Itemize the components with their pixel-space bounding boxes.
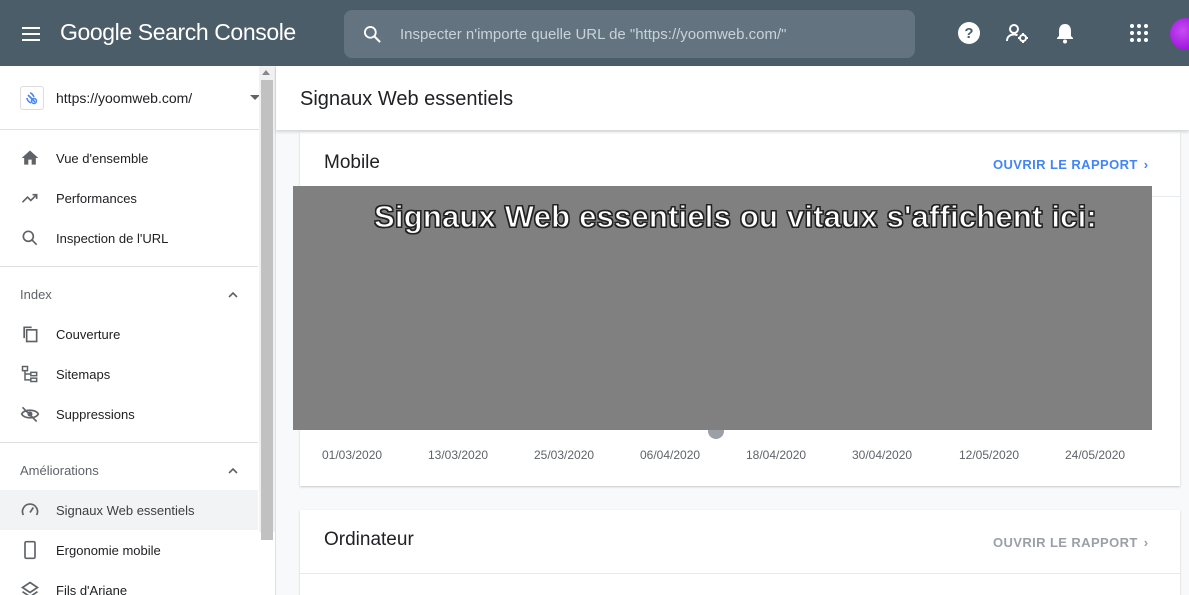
help-icon[interactable]: ?: [957, 21, 981, 45]
property-url: https://yoomweb.com/: [56, 90, 193, 106]
copy-icon: [23, 326, 38, 343]
manage-accounts-icon[interactable]: [1005, 21, 1029, 45]
sidebar-item-performance[interactable]: Performances: [0, 178, 258, 218]
sidebar-item-label: Signaux Web essentiels: [56, 503, 195, 518]
x-tick-label: 24/05/2020: [1065, 448, 1126, 462]
scroll-up-arrow-icon[interactable]: [262, 70, 270, 75]
card-title: Ordinateur: [324, 529, 414, 550]
sidebar-item-label: Inspection de l'URL: [56, 231, 169, 246]
section-title: Index: [20, 287, 52, 302]
chevron-right-icon: ›: [1143, 157, 1149, 172]
speed-icon: [21, 503, 39, 516]
card-title: Mobile: [324, 152, 380, 173]
x-tick-label: 06/04/2020: [640, 448, 701, 462]
page-header: Signaux Web essentiels: [276, 66, 1189, 130]
x-tick-label: 13/03/2020: [428, 448, 489, 462]
sidebar-item-sitemaps[interactable]: Sitemaps: [0, 354, 258, 394]
sidebar-item-breadcrumbs[interactable]: Fils d'Ariane: [0, 570, 258, 595]
page-title: Signaux Web essentiels: [300, 88, 514, 110]
svg-text:?: ?: [964, 25, 973, 42]
section-enhancements[interactable]: Améliorations: [0, 446, 258, 494]
trending-up-icon: [21, 193, 38, 203]
desktop-card: Ordinateur OUVRIR LE RAPPORT ›: [300, 510, 1180, 595]
app-title[interactable]: Google Search Console: [60, 19, 296, 46]
open-report-label: OUVRIR LE RAPPORT: [993, 535, 1138, 550]
menu-icon[interactable]: [20, 22, 44, 46]
sidebar-item-label: Performances: [56, 191, 137, 206]
notifications-icon[interactable]: [1053, 21, 1077, 45]
sidebar: https://yoomweb.com/ Vue d'ensemble Perf…: [0, 66, 276, 595]
section-title: Améliorations: [20, 463, 99, 478]
x-tick-label: 01/03/2020: [322, 448, 383, 462]
sidebar-item-core-web-vitals[interactable]: Signaux Web essentiels: [0, 490, 258, 530]
sidebar-item-url-inspection[interactable]: Inspection de l'URL: [0, 218, 258, 258]
search-icon: [364, 26, 381, 43]
smartphone-icon: [24, 540, 36, 560]
x-tick-label: 18/04/2020: [746, 448, 807, 462]
annotation-overlay: Signaux Web essentiels ou vitaux s'affic…: [293, 186, 1152, 430]
home-icon: [21, 150, 39, 165]
sidebar-item-label: Fils d'Ariane: [56, 583, 128, 595]
sidebar-item-label: Suppressions: [56, 407, 135, 422]
sidebar-scrollbar-thumb[interactable]: [261, 80, 273, 540]
x-tick-label: 12/05/2020: [959, 448, 1020, 462]
visibility-off-icon: [20, 406, 40, 423]
section-index[interactable]: Index: [0, 270, 258, 318]
sitemap-icon: [21, 365, 38, 383]
search-icon: [22, 230, 38, 246]
chevron-up-icon: [228, 467, 238, 474]
sidebar-item-mobile-usability[interactable]: Ergonomie mobile: [0, 530, 258, 570]
sidebar-item-removals[interactable]: Suppressions: [0, 394, 258, 434]
divider: [0, 266, 258, 267]
apps-icon[interactable]: [1127, 21, 1151, 45]
sidebar-item-overview[interactable]: Vue d'ensemble: [0, 138, 258, 178]
search-input[interactable]: [400, 22, 900, 46]
chevron-up-icon: [228, 291, 238, 298]
property-icon: [20, 86, 44, 110]
open-report-link[interactable]: OUVRIR LE RAPPORT ›: [993, 157, 1149, 172]
sidebar-item-label: Couverture: [56, 327, 121, 342]
chevron-right-icon: ›: [1143, 535, 1149, 550]
card-divider: [300, 573, 1180, 574]
url-inspect-search[interactable]: [344, 10, 915, 58]
x-tick-label: 25/03/2020: [534, 448, 595, 462]
property-selector[interactable]: https://yoomweb.com/: [0, 66, 275, 130]
annotation-text: Signaux Web essentiels ou vitaux s'affic…: [374, 199, 1098, 235]
open-report-label: OUVRIR LE RAPPORT: [993, 157, 1138, 172]
sidebar-item-label: Vue d'ensemble: [56, 151, 149, 166]
sidebar-item-label: Sitemaps: [56, 367, 111, 382]
avatar[interactable]: [1170, 18, 1189, 50]
open-report-link-disabled[interactable]: OUVRIR LE RAPPORT ›: [993, 535, 1149, 550]
divider: [0, 442, 258, 443]
sidebar-item-label: Ergonomie mobile: [56, 543, 161, 558]
layers-icon: [20, 581, 40, 595]
x-tick-label: 30/04/2020: [852, 448, 913, 462]
sidebar-item-coverage[interactable]: Couverture: [0, 314, 258, 354]
top-app-bar: Google Search Console ?: [0, 0, 1189, 66]
